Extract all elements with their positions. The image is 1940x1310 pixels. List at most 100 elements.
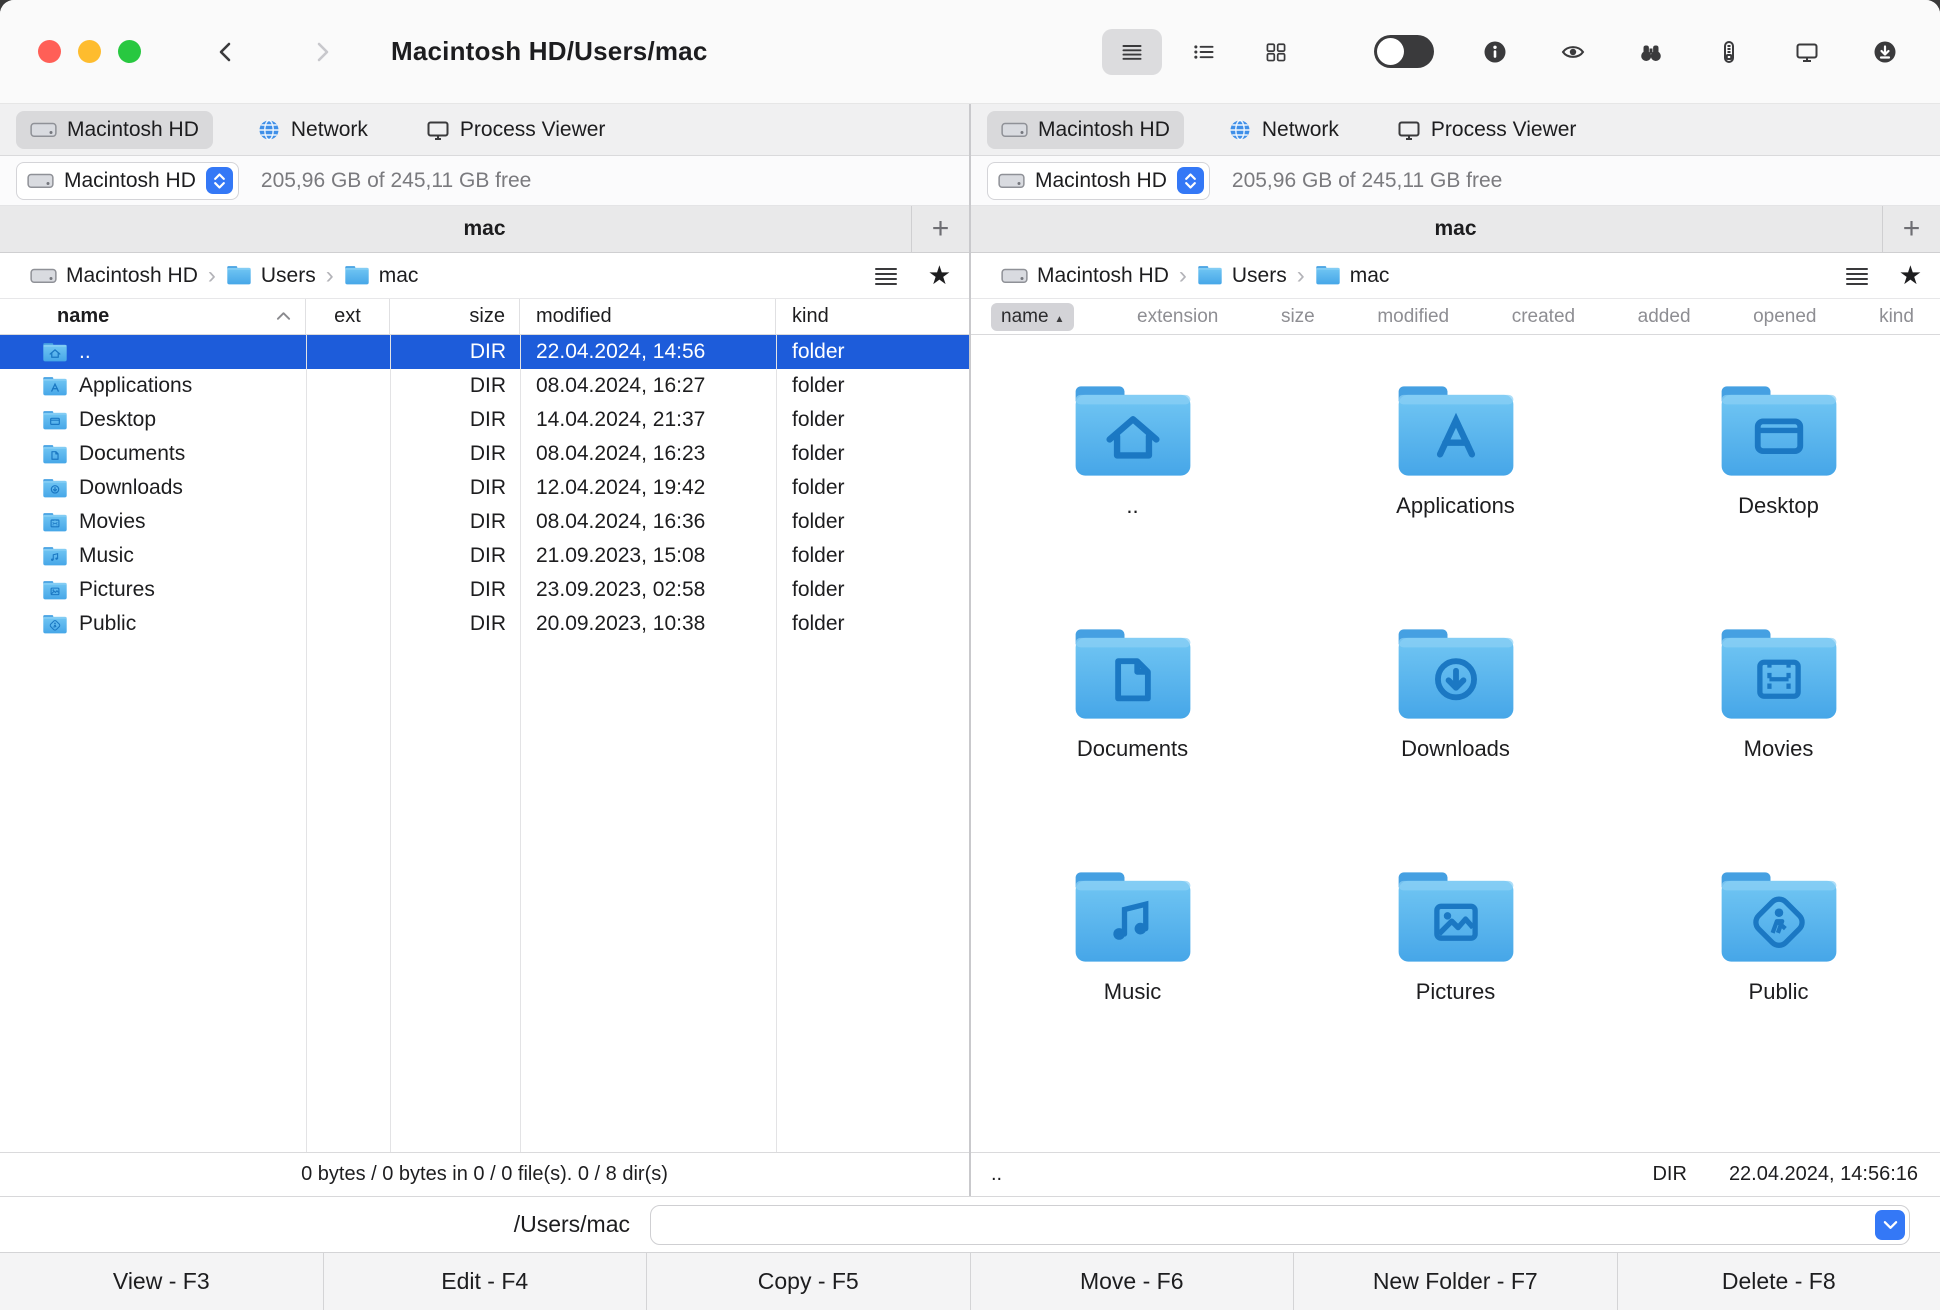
grid-item-pictures[interactable]: Pictures [1294,867,1617,1005]
column-header-size[interactable]: size [1281,306,1315,328]
breadcrumb-label: Macintosh HD [1037,263,1169,287]
column-divider[interactable] [520,335,521,1152]
grid-item-label: Documents [1076,736,1189,761]
grid-item-public[interactable]: Public [1617,867,1940,1005]
globe-icon [1229,119,1251,140]
right-icon-grid: .. Applications Desktop Documents Downlo… [971,335,1940,1152]
command-input[interactable] [650,1204,1910,1245]
file-row-pictures[interactable]: Pictures DIR 23.09.2023, 02:58 folder [0,573,969,607]
view-options-icon[interactable] [874,267,898,285]
pane-tab-macintosh-hd[interactable]: Macintosh HD [987,110,1184,149]
column-header-size[interactable]: size [390,299,520,334]
column-header-kind[interactable]: kind [1879,306,1914,328]
view-options-icon[interactable] [1845,267,1869,285]
column-header-added[interactable]: added [1638,306,1691,328]
applications-folder-icon [1398,386,1513,476]
forward-button[interactable] [305,35,339,69]
pane-tab-label: Macintosh HD [67,117,199,141]
grid-item-downloads[interactable]: Downloads [1294,624,1617,762]
grid-item-desktop[interactable]: Desktop [1617,381,1940,519]
pane-tab-process-viewer[interactable]: Process Viewer [1383,111,1591,149]
close-window-button[interactable] [38,40,61,63]
volume-select[interactable]: Macintosh HD [987,161,1210,200]
column-header-modified[interactable]: modified [1377,306,1449,328]
column-header-kind[interactable]: kind [776,299,969,334]
command-history-button[interactable] [1875,1209,1905,1240]
grid-item-label: .. [1126,493,1139,518]
breadcrumb-separator-icon [326,264,334,288]
breadcrumb-item-mac[interactable]: mac [1315,264,1389,288]
list-view-button[interactable] [1102,28,1162,75]
edit-f4-button[interactable]: Edit - F4 [322,1253,647,1310]
move-f6-button[interactable]: Move - F6 [969,1253,1294,1310]
column-divider[interactable] [776,335,777,1152]
file-manager-window: Macintosh HD/Users/mac Macintosh HD Netw… [0,0,1940,1310]
back-button[interactable] [209,35,243,69]
new-folder-f7-button[interactable]: New Folder - F7 [1293,1253,1617,1310]
column-divider[interactable] [390,335,391,1152]
file-row-downloads[interactable]: Downloads DIR 12.04.2024, 19:42 folder [0,471,969,505]
grid-item-movies[interactable]: Movies [1617,624,1940,762]
file-row-public[interactable]: Public DIR 20.09.2023, 10:38 folder [0,607,969,641]
column-header-name[interactable]: name [991,302,1075,331]
folder-tab[interactable]: mac [1434,217,1476,241]
detail-view-button[interactable] [1174,29,1234,75]
file-row-desktop[interactable]: Desktop DIR 14.04.2024, 21:37 folder [0,403,969,437]
chevron-down-icon [1883,1220,1897,1229]
grid-item-applications[interactable]: Applications [1294,381,1617,519]
file-row-documents[interactable]: Documents DIR 08.04.2024, 16:23 folder [0,437,969,471]
breadcrumb-item-users[interactable]: Users [226,264,316,288]
preview-button[interactable] [1556,35,1590,69]
column-header-ext[interactable]: ext [306,299,390,334]
downloads-folder-icon [1398,629,1513,719]
zoom-window-button[interactable] [118,40,141,63]
search-button[interactable] [1634,35,1668,69]
movies-folder-icon [1721,629,1836,719]
list-view-icon [1122,44,1142,60]
column-header-extension[interactable]: extension [1137,306,1218,328]
breadcrumb-item-mac[interactable]: mac [344,264,418,288]
column-header-modified[interactable]: modified [520,299,776,334]
dark-mode-toggle[interactable] [1374,35,1434,68]
toolbar: Macintosh HD/Users/mac [0,0,1940,104]
folder-tab[interactable]: mac [463,217,505,241]
file-row-parent[interactable]: .. DIR 22.04.2024, 14:56 folder [0,335,969,369]
file-row-music[interactable]: Music DIR 21.09.2023, 15:08 folder [0,539,969,573]
grid-view-button[interactable] [1246,29,1306,75]
info-button[interactable] [1478,35,1512,69]
download-icon [1874,41,1896,62]
download-button[interactable] [1868,35,1902,69]
breadcrumb-item-users[interactable]: Users [1197,264,1287,288]
new-tab-button[interactable]: + [911,206,969,252]
pane-tab-network[interactable]: Network [1214,111,1353,149]
breadcrumb-separator-icon [1179,264,1187,288]
pane-tab-process-viewer[interactable]: Process Viewer [412,111,620,149]
view-f3-button[interactable]: View - F3 [0,1253,323,1310]
column-header-created[interactable]: created [1512,306,1575,328]
delete-f8-button[interactable]: Delete - F8 [1616,1253,1940,1310]
column-header-name[interactable]: name [0,299,306,334]
grid-item-documents[interactable]: Documents [971,624,1294,762]
favorite-star-icon[interactable] [928,262,951,289]
network-share-button[interactable] [1790,35,1824,69]
pane-tab-macintosh-hd[interactable]: Macintosh HD [16,110,213,149]
grid-item-parent[interactable]: .. [971,381,1294,519]
file-row-movies[interactable]: Movies DIR 08.04.2024, 16:36 folder [0,505,969,539]
column-header-opened[interactable]: opened [1753,306,1816,328]
favorite-star-icon[interactable] [1899,262,1922,289]
pane-tab-network[interactable]: Network [243,111,382,149]
new-tab-button[interactable]: + [1882,206,1940,252]
command-path-label: /Users/mac [513,1211,630,1237]
archive-button[interactable] [1712,35,1746,69]
copy-f5-button[interactable]: Copy - F5 [646,1253,970,1310]
minimize-window-button[interactable] [78,40,101,63]
breadcrumb-item-volume[interactable]: Macintosh HD [30,264,198,288]
music-folder-icon [43,546,67,565]
column-divider[interactable] [306,335,307,1152]
grid-item-music[interactable]: Music [971,867,1294,1005]
volume-select[interactable]: Macintosh HD [16,161,239,200]
file-row-applications[interactable]: Applications DIR 08.04.2024, 16:27 folde… [0,369,969,403]
breadcrumb-item-volume[interactable]: Macintosh HD [1001,264,1169,288]
right-pane-tabbar: Macintosh HD Network Process Viewer [971,104,1940,156]
sort-ascending-icon [276,312,291,320]
